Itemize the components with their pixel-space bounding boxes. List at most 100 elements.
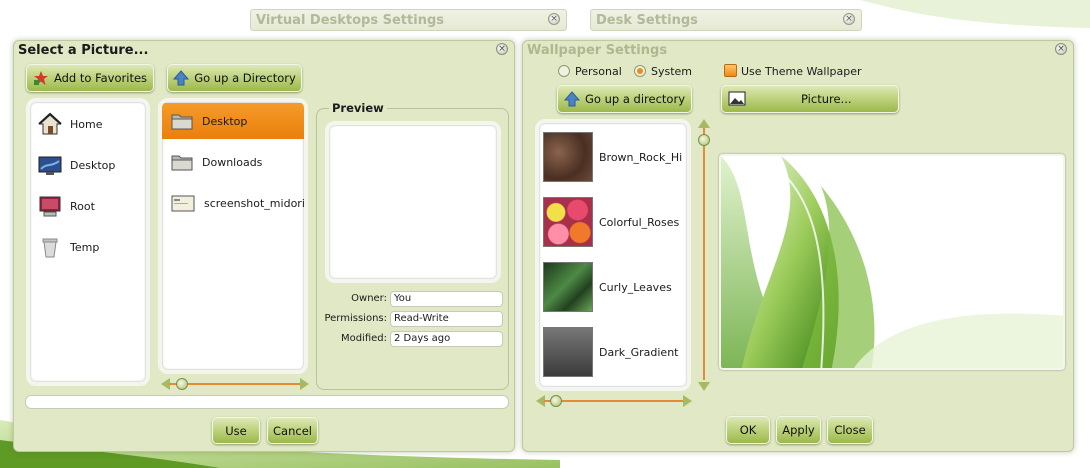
scroll-right-icon[interactable] xyxy=(683,395,692,407)
window-title: Virtual Desktops Settings xyxy=(256,13,444,28)
arrow-up-icon xyxy=(564,91,580,107)
wallpaper-item[interactable]: Dark_Gradient xyxy=(539,322,687,382)
close-icon[interactable]: × xyxy=(1055,43,1067,55)
use-theme-checkbox[interactable] xyxy=(724,64,737,77)
scroll-up-icon[interactable] xyxy=(698,119,710,128)
file-label: Desktop xyxy=(202,114,248,128)
cancel-label: Cancel xyxy=(273,423,312,438)
wallpaper-thumbnail xyxy=(543,327,593,377)
wallpaper-settings-dialog: Wallpaper Settings × Personal System Use… xyxy=(522,40,1074,452)
wallpaper-list[interactable]: Brown_Rock_Hi Colorful_Roses Curly_Leave… xyxy=(535,119,691,391)
window-title: Desk Settings xyxy=(596,13,698,28)
use-theme-label: Use Theme Wallpaper xyxy=(741,65,862,78)
place-item-root[interactable]: Root xyxy=(30,188,146,224)
personal-label: Personal xyxy=(575,65,622,78)
wallpaper-item[interactable] xyxy=(539,387,687,391)
wallpaper-label: Brown_Rock_Hi xyxy=(599,150,683,164)
use-label: Use xyxy=(225,423,247,438)
scroll-track xyxy=(544,400,684,402)
scroll-right-icon[interactable] xyxy=(300,378,309,390)
close-icon[interactable]: × xyxy=(496,43,508,55)
folder-icon xyxy=(171,114,193,130)
preview-group: Preview Owner: You Permissions: Read-Wri… xyxy=(316,101,509,390)
apply-label: Apply xyxy=(782,423,815,437)
path-input[interactable] xyxy=(25,395,509,409)
place-item-home[interactable]: Home xyxy=(30,106,146,142)
wallpaper-list-horizontal-scrollbar[interactable] xyxy=(536,395,692,407)
scroll-thumb[interactable] xyxy=(698,134,710,146)
places-list[interactable]: Home Desktop Root Temp xyxy=(26,98,150,386)
go-up-directory-button[interactable]: Go up a Directory xyxy=(167,64,302,92)
virtual-desktops-window[interactable]: Virtual Desktops Settings × xyxy=(250,9,567,31)
files-list[interactable]: Desktop Downloads screenshot_midori. xyxy=(158,98,308,374)
file-label: Downloads xyxy=(202,155,263,169)
desk-settings-window[interactable]: Desk Settings × xyxy=(590,9,862,31)
wallpaper-label: Colorful_Roses xyxy=(599,215,680,229)
scroll-thumb[interactable] xyxy=(176,378,188,390)
wallpaper-thumbnail xyxy=(543,262,593,312)
permissions-label: Permissions: xyxy=(324,313,387,324)
wallpaper-thumbnail xyxy=(543,197,593,247)
wallpaper-item[interactable]: Brown_Rock_Hi xyxy=(539,127,687,187)
file-item-downloads[interactable]: Downloads xyxy=(162,144,304,180)
home-icon xyxy=(38,112,62,135)
owner-label: Owner: xyxy=(351,293,387,304)
dialog-title: Select a Picture... xyxy=(18,43,149,58)
wallpaper-item[interactable]: Colorful_Roses xyxy=(539,192,687,252)
add-to-favorites-button[interactable]: Add to Favorites xyxy=(26,64,154,92)
apply-button[interactable]: Apply xyxy=(776,416,821,444)
personal-radio[interactable] xyxy=(558,65,570,77)
close-label: Close xyxy=(834,423,866,437)
wallpaper-preview-image xyxy=(721,156,1063,368)
close-icon[interactable]: × xyxy=(548,13,560,25)
add-to-favorites-label: Add to Favorites xyxy=(53,71,148,85)
close-icon[interactable]: × xyxy=(843,13,855,25)
go-up-directory-button[interactable]: Go up a directory xyxy=(557,85,692,113)
arrow-up-icon xyxy=(173,70,190,86)
file-item-desktop[interactable]: Desktop xyxy=(162,103,304,139)
favorites-icon xyxy=(33,71,48,85)
place-item-desktop[interactable]: Desktop xyxy=(30,147,146,183)
go-up-directory-label: Go up a directory xyxy=(585,92,685,106)
ok-label: OK xyxy=(739,423,757,437)
ok-button[interactable]: OK xyxy=(726,416,770,444)
wallpaper-item[interactable]: Curly_Leaves xyxy=(539,257,687,317)
picture-icon xyxy=(728,91,746,106)
preview-box xyxy=(325,121,501,283)
owner-field: You xyxy=(390,291,503,307)
computer-icon xyxy=(39,196,61,217)
go-up-directory-label: Go up a Directory xyxy=(194,71,296,85)
dialog-title: Wallpaper Settings xyxy=(527,43,668,58)
scroll-down-icon[interactable] xyxy=(698,382,710,391)
place-label: Temp xyxy=(70,240,100,254)
file-item-screenshot[interactable]: screenshot_midori. xyxy=(162,185,304,221)
use-button[interactable]: Use xyxy=(212,417,260,444)
permissions-field: Read-Write xyxy=(390,311,503,327)
modified-field: 2 Days ago xyxy=(390,331,503,347)
folder-icon xyxy=(171,155,193,171)
preview-title: Preview xyxy=(329,101,387,115)
trash-icon xyxy=(42,238,58,258)
system-radio[interactable] xyxy=(634,65,646,77)
files-horizontal-scrollbar[interactable] xyxy=(161,378,309,390)
wallpaper-label: Curly_Leaves xyxy=(599,280,672,294)
place-label: Root xyxy=(70,199,95,213)
cancel-button[interactable]: Cancel xyxy=(267,417,318,444)
scroll-thumb[interactable] xyxy=(550,395,562,407)
place-item-temp[interactable]: Temp xyxy=(30,229,146,265)
scroll-track xyxy=(703,128,705,380)
wallpaper-preview xyxy=(719,154,1065,370)
file-label: screenshot_midori. xyxy=(204,196,308,210)
image-file-icon xyxy=(171,195,195,212)
wallpaper-list-vertical-scrollbar[interactable] xyxy=(698,119,710,391)
modified-label: Modified: xyxy=(340,333,387,344)
select-picture-dialog: Select a Picture... × Add to Favorites G… xyxy=(13,40,515,452)
desktop-icon xyxy=(38,156,62,175)
scroll-track xyxy=(169,383,301,385)
wallpaper-thumbnail xyxy=(543,132,593,182)
close-button[interactable]: Close xyxy=(827,416,873,444)
place-label: Desktop xyxy=(70,158,116,172)
picture-button[interactable]: Picture... xyxy=(721,85,899,113)
picture-label: Picture... xyxy=(801,92,852,106)
place-label: Home xyxy=(70,117,103,131)
